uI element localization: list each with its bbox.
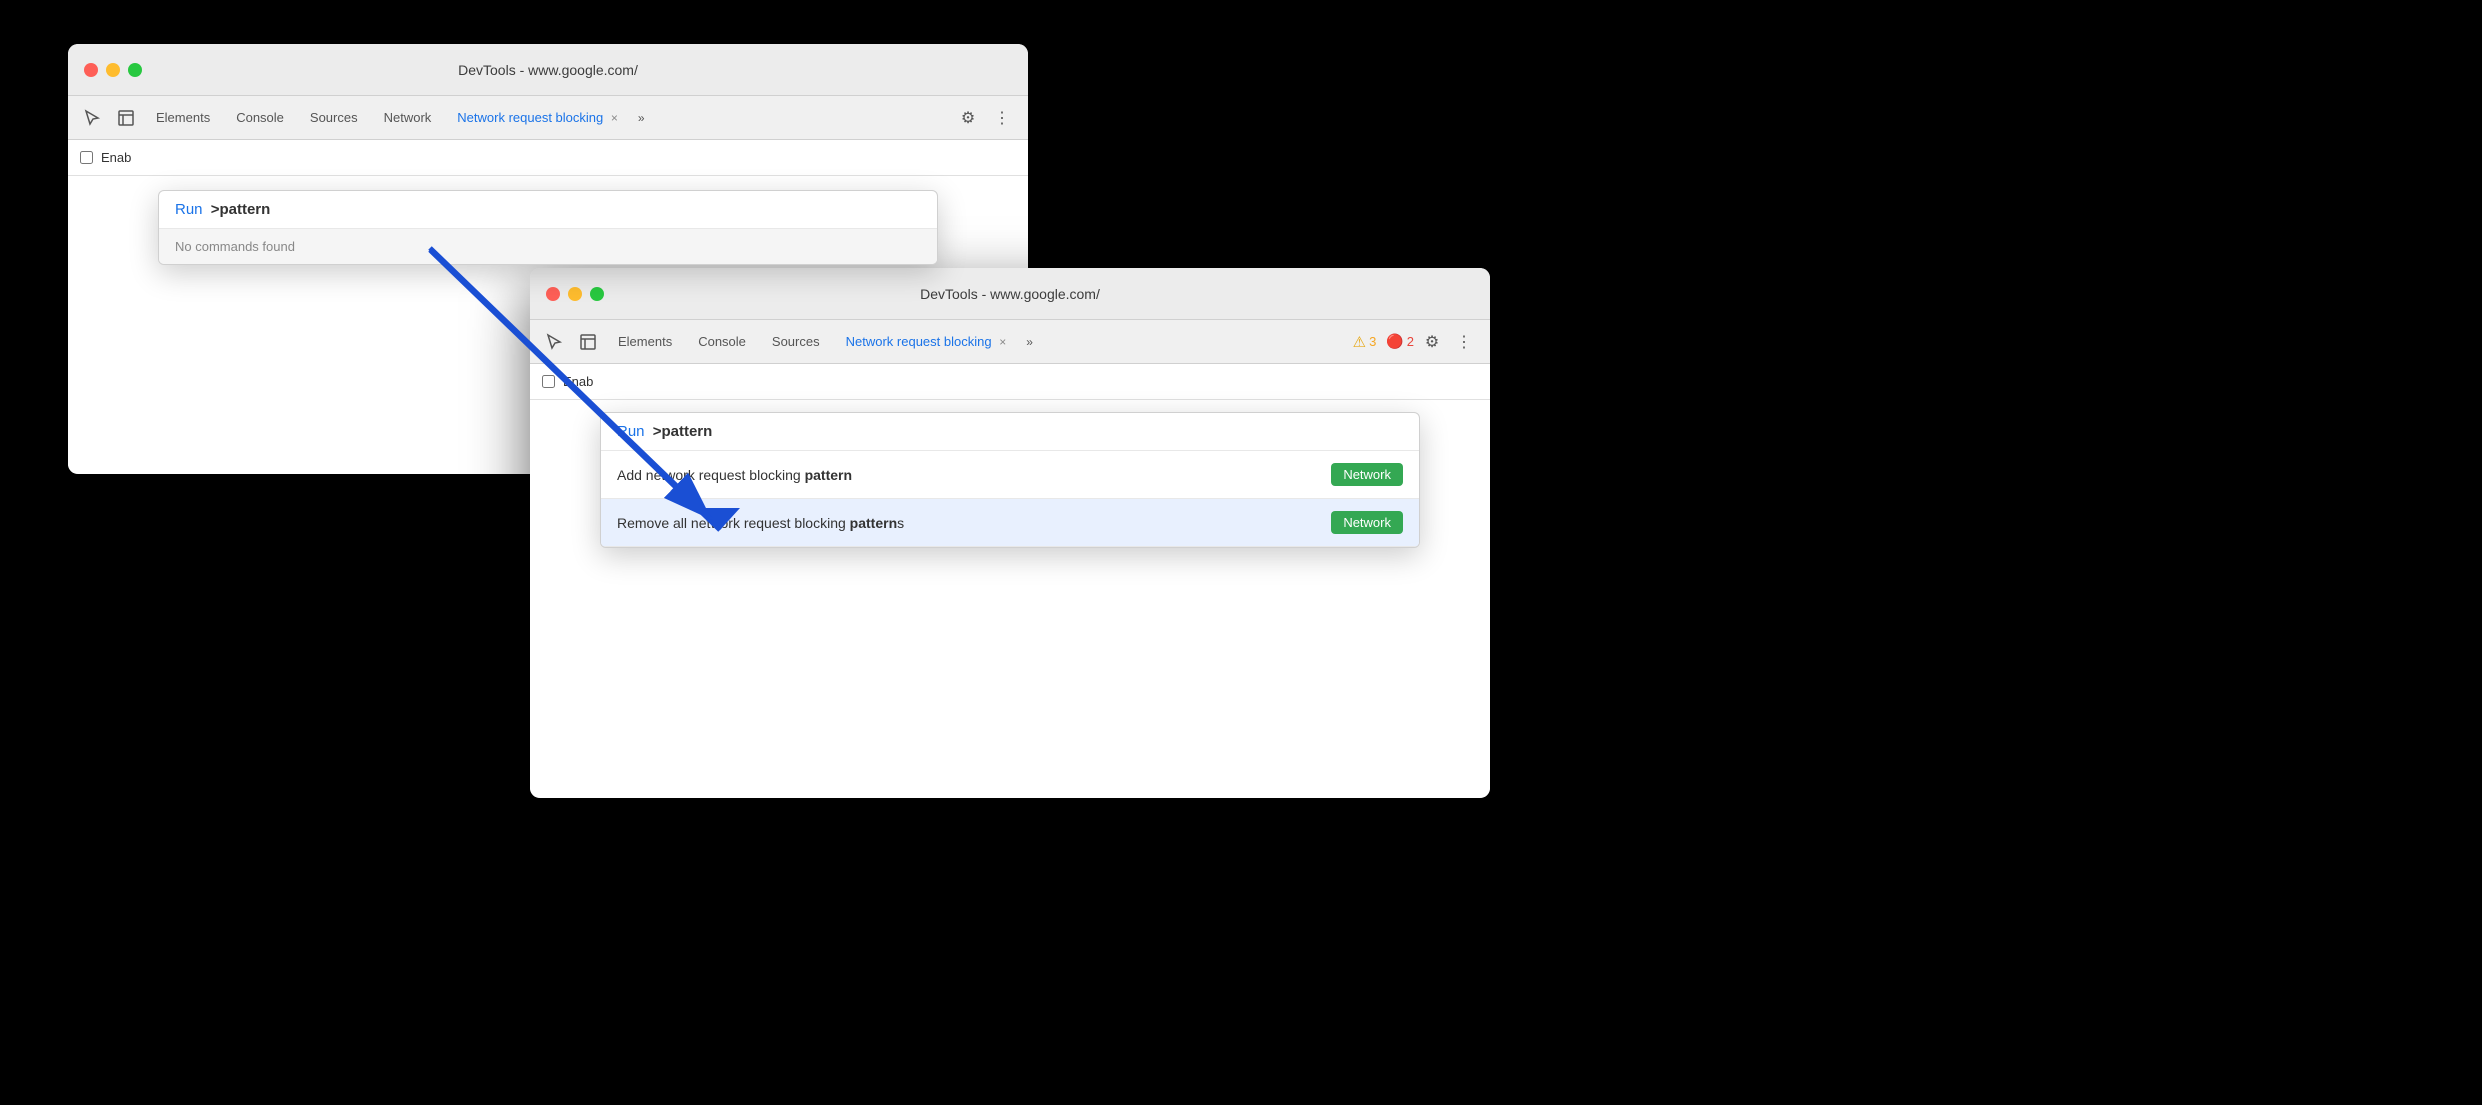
enable-checkbox-2[interactable] [542,375,555,388]
window-title-1: DevTools - www.google.com/ [458,62,638,78]
enable-label-1: Enab [101,150,131,165]
err-badge: 🔴 2 [1386,333,1414,350]
tab-close-1[interactable]: × [611,111,618,125]
tab-sources-2[interactable]: Sources [760,328,832,355]
cmd-result-text-1: Add network request blocking pattern [617,467,1331,483]
tab-network-request-blocking-2[interactable]: Network request blocking × [834,328,1019,355]
tab-close-2[interactable]: × [999,335,1006,349]
err-icon: 🔴 [1386,333,1403,350]
tab-network-request-blocking-1[interactable]: Network request blocking × [445,104,630,131]
inspect-icon-1[interactable] [110,102,142,134]
cmd-result-normal-2: Remove all network request blocking [617,515,850,531]
titlebar-2: DevTools - www.google.com/ [530,268,1490,320]
tab-bar-2: Elements Console Sources Network request… [530,320,1490,364]
tab-console-1[interactable]: Console [224,104,296,131]
tab-sources-1[interactable]: Sources [298,104,370,131]
cmd-input-row-1[interactable]: Run >pattern [159,191,937,229]
run-label-1: Run [175,201,203,218]
warn-icon: ⚠ [1353,333,1366,351]
cmd-prompt-1: >pattern [211,201,271,218]
cmd-result-text-2: Remove all network request blocking patt… [617,515,1331,531]
enable-checkbox-1[interactable] [80,151,93,164]
run-label-2: Run [617,423,645,440]
cmd-no-results-1: No commands found [159,229,937,264]
cmd-result-bold-1: pattern [805,467,852,483]
cursor-icon-2[interactable] [538,326,570,358]
tab-more-1[interactable]: » [632,107,651,129]
enable-label-2: Enab [563,374,593,389]
close-button-2[interactable] [546,287,560,301]
tab-elements-1[interactable]: Elements [144,104,222,131]
tab-network-1[interactable]: Network [372,104,444,131]
traffic-lights-1 [84,63,142,77]
minimize-button-1[interactable] [106,63,120,77]
cmd-input-row-2[interactable]: Run >pattern [601,413,1419,451]
content-area-2: Enab Run >pattern Add network request bl… [530,364,1490,797]
cmd-result-1[interactable]: Add network request blocking pattern Net… [601,451,1419,499]
tab-settings-2: ⚠ 3 🔴 2 ⚙ ⋮ [1349,328,1482,356]
maximize-button-2[interactable] [590,287,604,301]
warn-count: 3 [1369,334,1376,349]
cmd-palette-1: Run >pattern No commands found [158,190,938,265]
warn-badge: ⚠ 3 [1353,333,1377,351]
cmd-palette-2: Run >pattern Add network request blockin… [600,412,1420,548]
more-icon-2[interactable]: ⋮ [1450,328,1478,356]
tab-console-2[interactable]: Console [686,328,758,355]
tab-more-2[interactable]: » [1020,331,1039,353]
network-badge-1: Network [1331,463,1403,486]
tab-settings-1: ⚙ ⋮ [950,104,1020,132]
enable-row-1: Enab [68,140,1028,176]
devtools-window-2: DevTools - www.google.com/ Elements Cons… [530,268,1490,798]
window-title-2: DevTools - www.google.com/ [920,286,1100,302]
cmd-result-bold-2: pattern [850,515,897,531]
gear-icon-2[interactable]: ⚙ [1418,328,1446,356]
err-count: 2 [1407,334,1414,349]
inspect-icon-2[interactable] [572,326,604,358]
maximize-button-1[interactable] [128,63,142,77]
cursor-icon-1[interactable] [76,102,108,134]
titlebar-1: DevTools - www.google.com/ [68,44,1028,96]
cmd-result-2[interactable]: Remove all network request blocking patt… [601,499,1419,547]
tab-bar-1: Elements Console Sources Network Network… [68,96,1028,140]
minimize-button-2[interactable] [568,287,582,301]
enable-row-2: Enab [530,364,1490,400]
traffic-lights-2 [546,287,604,301]
more-icon-1[interactable]: ⋮ [988,104,1016,132]
cmd-prompt-2: >pattern [653,423,713,440]
gear-icon-1[interactable]: ⚙ [954,104,982,132]
network-badge-2: Network [1331,511,1403,534]
cmd-result-suffix-2: s [897,515,904,531]
tab-elements-2[interactable]: Elements [606,328,684,355]
cmd-result-normal-1: Add network request blocking [617,467,805,483]
close-button-1[interactable] [84,63,98,77]
